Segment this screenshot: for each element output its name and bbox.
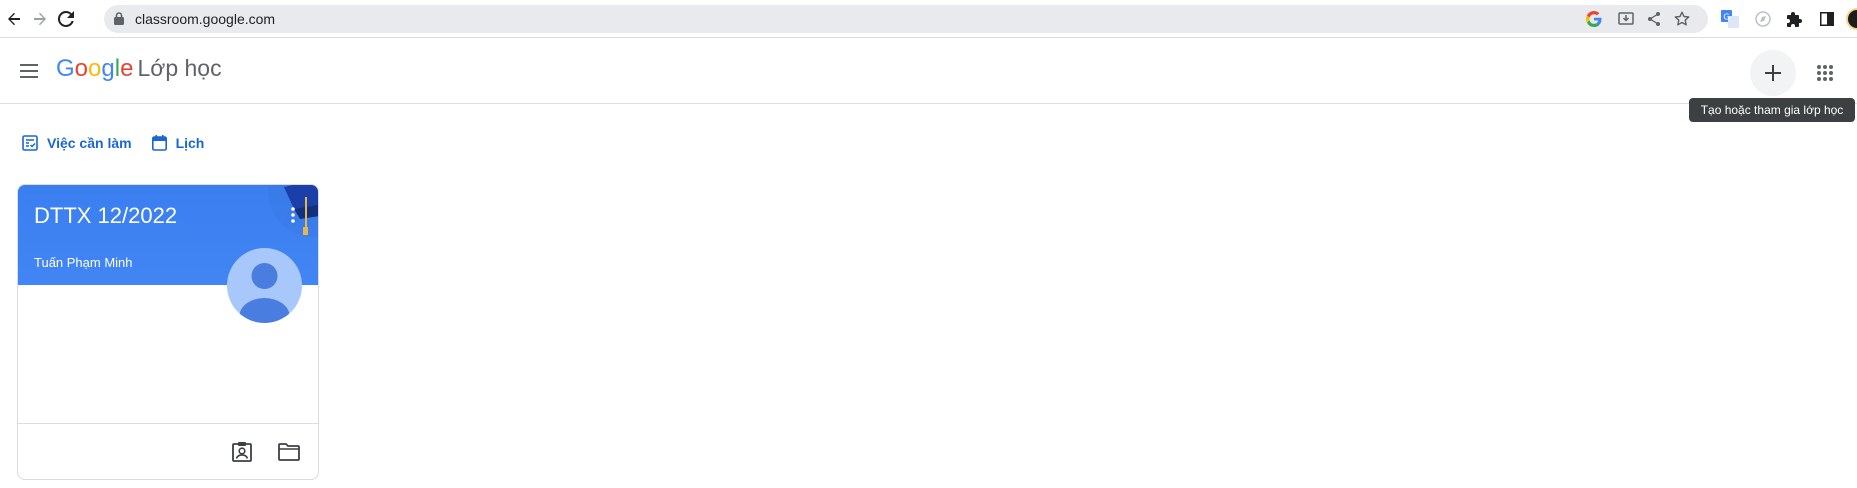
- profile-avatar[interactable]: [1846, 8, 1857, 30]
- calendar-link-label: Lịch: [175, 135, 205, 151]
- person-icon: [239, 263, 290, 323]
- install-app-icon[interactable]: [1616, 9, 1636, 29]
- class-card-footer: [18, 423, 318, 479]
- app-header: Google Lớp học: [0, 38, 1857, 104]
- class-drive-folder-button[interactable]: [275, 438, 303, 466]
- svg-text:G: G: [1723, 13, 1729, 22]
- folder-icon: [278, 443, 300, 461]
- forward-arrow-icon[interactable]: [28, 7, 52, 31]
- class-card[interactable]: DTTX 12/2022 Tuấn Phạm Minh: [17, 184, 319, 480]
- create-or-join-class-button[interactable]: [1750, 50, 1796, 96]
- side-panel-icon[interactable]: [1816, 8, 1838, 30]
- calendar-link[interactable]: Lịch: [151, 135, 205, 151]
- class-teacher[interactable]: Tuấn Phạm Minh: [34, 255, 133, 270]
- share-icon[interactable]: [1644, 9, 1664, 29]
- translate-icon[interactable]: G: [1719, 8, 1741, 30]
- extension-icon[interactable]: [1752, 8, 1774, 30]
- todo-link[interactable]: Việc cần làm: [22, 135, 132, 151]
- browser-toolbar: classroom.google.com G: [0, 0, 1857, 38]
- plus-icon: [1765, 65, 1781, 81]
- teacher-avatar: [227, 248, 302, 323]
- create-join-tooltip: Tạo hoặc tham gia lớp học: [1689, 98, 1855, 122]
- quick-links: Việc cần làm Lịch: [22, 131, 224, 155]
- google-classroom-logo[interactable]: Google Lớp học: [56, 55, 222, 85]
- apps-grid-icon: [1817, 65, 1833, 81]
- url-text: classroom.google.com: [135, 11, 276, 27]
- back-arrow-icon[interactable]: [2, 7, 26, 31]
- google-icon[interactable]: [1584, 9, 1604, 29]
- product-name: Lớp học: [137, 55, 222, 81]
- bookmark-star-icon[interactable]: [1672, 9, 1692, 29]
- google-apps-button[interactable]: [1810, 58, 1840, 88]
- todo-list-icon: [22, 135, 38, 151]
- calendar-icon: [151, 135, 167, 151]
- class-title[interactable]: DTTX 12/2022: [34, 203, 177, 229]
- class-options-button[interactable]: [286, 203, 300, 227]
- main-menu-button[interactable]: [14, 58, 44, 84]
- todo-link-label: Việc cần làm: [47, 135, 132, 151]
- student-work-button[interactable]: [228, 438, 256, 466]
- google-wordmark: Google: [56, 55, 134, 82]
- address-bar[interactable]: classroom.google.com: [104, 5, 1708, 33]
- lock-icon[interactable]: [114, 12, 124, 30]
- puzzle-icon[interactable]: [1784, 8, 1806, 30]
- assignment-ind-icon: [232, 442, 252, 462]
- reload-icon[interactable]: [54, 7, 78, 31]
- hamburger-menu-icon: [20, 64, 38, 78]
- more-vert-icon: [291, 207, 295, 223]
